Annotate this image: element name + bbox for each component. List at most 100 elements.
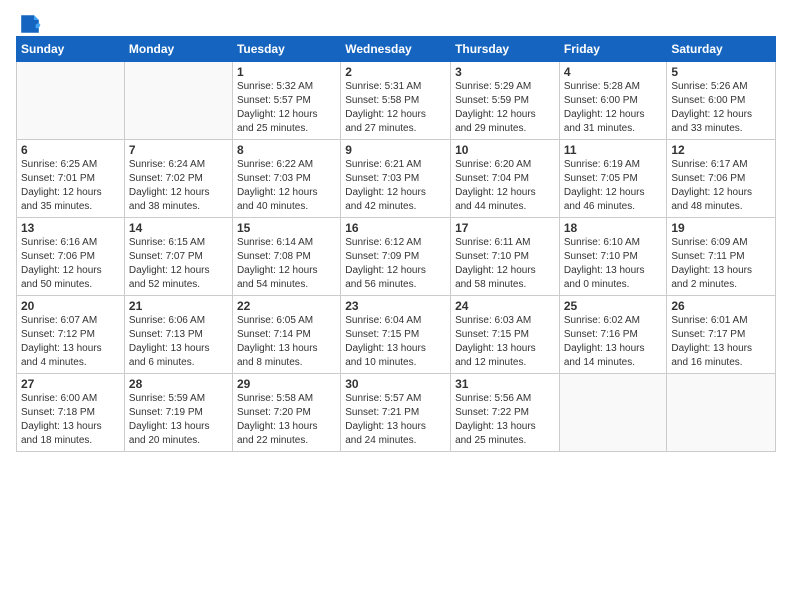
day-info: Sunrise: 6:10 AM Sunset: 7:10 PM Dayligh… [564, 236, 663, 292]
day-info: Sunrise: 6:25 AM Sunset: 7:01 PM Dayligh… [21, 158, 120, 214]
calendar-cell: 26Sunrise: 6:01 AM Sunset: 7:17 PM Dayli… [667, 296, 776, 374]
day-info: Sunrise: 6:14 AM Sunset: 7:08 PM Dayligh… [237, 236, 336, 292]
day-info: Sunrise: 5:31 AM Sunset: 5:58 PM Dayligh… [345, 80, 446, 136]
calendar-cell: 16Sunrise: 6:12 AM Sunset: 7:09 PM Dayli… [341, 218, 451, 296]
day-info: Sunrise: 5:26 AM Sunset: 6:00 PM Dayligh… [671, 80, 771, 136]
weekday-header-sunday: Sunday [17, 37, 125, 62]
day-info: Sunrise: 6:11 AM Sunset: 7:10 PM Dayligh… [455, 236, 555, 292]
day-info: Sunrise: 6:15 AM Sunset: 7:07 PM Dayligh… [129, 236, 228, 292]
calendar-cell: 11Sunrise: 6:19 AM Sunset: 7:05 PM Dayli… [559, 140, 667, 218]
week-row-0: 1Sunrise: 5:32 AM Sunset: 5:57 PM Daylig… [17, 62, 776, 140]
day-number: 15 [237, 221, 336, 235]
logo [16, 12, 42, 36]
calendar-cell [667, 374, 776, 452]
day-number: 18 [564, 221, 663, 235]
calendar-cell: 28Sunrise: 5:59 AM Sunset: 7:19 PM Dayli… [124, 374, 232, 452]
calendar-cell: 24Sunrise: 6:03 AM Sunset: 7:15 PM Dayli… [451, 296, 560, 374]
day-number: 29 [237, 377, 336, 391]
weekday-header-row: SundayMondayTuesdayWednesdayThursdayFrid… [17, 37, 776, 62]
day-info: Sunrise: 6:17 AM Sunset: 7:06 PM Dayligh… [671, 158, 771, 214]
page: SundayMondayTuesdayWednesdayThursdayFrid… [0, 0, 792, 464]
day-number: 27 [21, 377, 120, 391]
day-info: Sunrise: 6:21 AM Sunset: 7:03 PM Dayligh… [345, 158, 446, 214]
day-number: 17 [455, 221, 555, 235]
calendar-cell: 20Sunrise: 6:07 AM Sunset: 7:12 PM Dayli… [17, 296, 125, 374]
calendar-cell: 29Sunrise: 5:58 AM Sunset: 7:20 PM Dayli… [232, 374, 340, 452]
calendar-cell: 2Sunrise: 5:31 AM Sunset: 5:58 PM Daylig… [341, 62, 451, 140]
day-number: 2 [345, 65, 446, 79]
calendar-cell: 23Sunrise: 6:04 AM Sunset: 7:15 PM Dayli… [341, 296, 451, 374]
day-info: Sunrise: 6:12 AM Sunset: 7:09 PM Dayligh… [345, 236, 446, 292]
day-info: Sunrise: 5:59 AM Sunset: 7:19 PM Dayligh… [129, 392, 228, 448]
day-info: Sunrise: 5:57 AM Sunset: 7:21 PM Dayligh… [345, 392, 446, 448]
day-info: Sunrise: 6:20 AM Sunset: 7:04 PM Dayligh… [455, 158, 555, 214]
calendar: SundayMondayTuesdayWednesdayThursdayFrid… [16, 36, 776, 452]
day-info: Sunrise: 6:01 AM Sunset: 7:17 PM Dayligh… [671, 314, 771, 370]
day-info: Sunrise: 6:06 AM Sunset: 7:13 PM Dayligh… [129, 314, 228, 370]
weekday-header-thursday: Thursday [451, 37, 560, 62]
day-number: 1 [237, 65, 336, 79]
weekday-header-saturday: Saturday [667, 37, 776, 62]
day-number: 14 [129, 221, 228, 235]
day-number: 30 [345, 377, 446, 391]
calendar-cell: 9Sunrise: 6:21 AM Sunset: 7:03 PM Daylig… [341, 140, 451, 218]
weekday-header-tuesday: Tuesday [232, 37, 340, 62]
weekday-header-friday: Friday [559, 37, 667, 62]
day-number: 4 [564, 65, 663, 79]
day-number: 24 [455, 299, 555, 313]
day-number: 10 [455, 143, 555, 157]
week-row-1: 6Sunrise: 6:25 AM Sunset: 7:01 PM Daylig… [17, 140, 776, 218]
day-info: Sunrise: 6:03 AM Sunset: 7:15 PM Dayligh… [455, 314, 555, 370]
day-info: Sunrise: 5:56 AM Sunset: 7:22 PM Dayligh… [455, 392, 555, 448]
day-info: Sunrise: 6:02 AM Sunset: 7:16 PM Dayligh… [564, 314, 663, 370]
day-info: Sunrise: 6:16 AM Sunset: 7:06 PM Dayligh… [21, 236, 120, 292]
day-number: 23 [345, 299, 446, 313]
day-number: 7 [129, 143, 228, 157]
calendar-cell: 1Sunrise: 5:32 AM Sunset: 5:57 PM Daylig… [232, 62, 340, 140]
week-row-4: 27Sunrise: 6:00 AM Sunset: 7:18 PM Dayli… [17, 374, 776, 452]
day-info: Sunrise: 6:09 AM Sunset: 7:11 PM Dayligh… [671, 236, 771, 292]
calendar-cell: 10Sunrise: 6:20 AM Sunset: 7:04 PM Dayli… [451, 140, 560, 218]
calendar-cell [17, 62, 125, 140]
calendar-cell: 25Sunrise: 6:02 AM Sunset: 7:16 PM Dayli… [559, 296, 667, 374]
day-number: 13 [21, 221, 120, 235]
day-info: Sunrise: 5:32 AM Sunset: 5:57 PM Dayligh… [237, 80, 336, 136]
day-number: 31 [455, 377, 555, 391]
day-info: Sunrise: 5:29 AM Sunset: 5:59 PM Dayligh… [455, 80, 555, 136]
day-number: 20 [21, 299, 120, 313]
calendar-cell: 7Sunrise: 6:24 AM Sunset: 7:02 PM Daylig… [124, 140, 232, 218]
calendar-cell: 18Sunrise: 6:10 AM Sunset: 7:10 PM Dayli… [559, 218, 667, 296]
weekday-header-monday: Monday [124, 37, 232, 62]
logo-icon [18, 12, 42, 36]
week-row-2: 13Sunrise: 6:16 AM Sunset: 7:06 PM Dayli… [17, 218, 776, 296]
day-number: 21 [129, 299, 228, 313]
calendar-cell: 4Sunrise: 5:28 AM Sunset: 6:00 PM Daylig… [559, 62, 667, 140]
day-info: Sunrise: 5:58 AM Sunset: 7:20 PM Dayligh… [237, 392, 336, 448]
calendar-cell: 19Sunrise: 6:09 AM Sunset: 7:11 PM Dayli… [667, 218, 776, 296]
day-number: 22 [237, 299, 336, 313]
day-number: 19 [671, 221, 771, 235]
calendar-body: 1Sunrise: 5:32 AM Sunset: 5:57 PM Daylig… [17, 62, 776, 452]
calendar-cell: 31Sunrise: 5:56 AM Sunset: 7:22 PM Dayli… [451, 374, 560, 452]
header-top [16, 12, 776, 36]
calendar-cell: 12Sunrise: 6:17 AM Sunset: 7:06 PM Dayli… [667, 140, 776, 218]
calendar-cell: 15Sunrise: 6:14 AM Sunset: 7:08 PM Dayli… [232, 218, 340, 296]
day-number: 26 [671, 299, 771, 313]
calendar-cell: 14Sunrise: 6:15 AM Sunset: 7:07 PM Dayli… [124, 218, 232, 296]
calendar-cell: 21Sunrise: 6:06 AM Sunset: 7:13 PM Dayli… [124, 296, 232, 374]
day-info: Sunrise: 6:05 AM Sunset: 7:14 PM Dayligh… [237, 314, 336, 370]
day-info: Sunrise: 6:24 AM Sunset: 7:02 PM Dayligh… [129, 158, 228, 214]
calendar-cell: 3Sunrise: 5:29 AM Sunset: 5:59 PM Daylig… [451, 62, 560, 140]
day-info: Sunrise: 6:19 AM Sunset: 7:05 PM Dayligh… [564, 158, 663, 214]
calendar-cell: 22Sunrise: 6:05 AM Sunset: 7:14 PM Dayli… [232, 296, 340, 374]
day-number: 5 [671, 65, 771, 79]
calendar-cell: 8Sunrise: 6:22 AM Sunset: 7:03 PM Daylig… [232, 140, 340, 218]
calendar-cell: 5Sunrise: 5:26 AM Sunset: 6:00 PM Daylig… [667, 62, 776, 140]
day-info: Sunrise: 6:00 AM Sunset: 7:18 PM Dayligh… [21, 392, 120, 448]
day-number: 25 [564, 299, 663, 313]
day-info: Sunrise: 5:28 AM Sunset: 6:00 PM Dayligh… [564, 80, 663, 136]
day-number: 8 [237, 143, 336, 157]
calendar-header: SundayMondayTuesdayWednesdayThursdayFrid… [17, 37, 776, 62]
day-info: Sunrise: 6:07 AM Sunset: 7:12 PM Dayligh… [21, 314, 120, 370]
calendar-cell: 30Sunrise: 5:57 AM Sunset: 7:21 PM Dayli… [341, 374, 451, 452]
